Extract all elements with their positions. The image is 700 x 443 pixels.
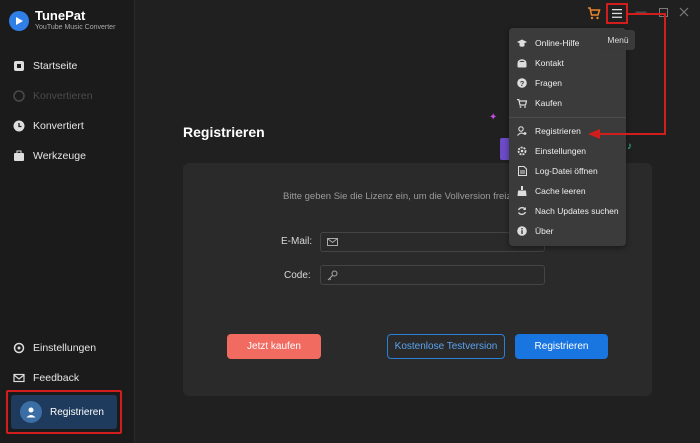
sidebar-item-label: Feedback [33,372,80,384]
menu-item-updates[interactable]: Nach Updates suchen [509,201,626,221]
app-logo: TunePat YouTube Music Converter [9,9,115,32]
maximize-icon[interactable] [656,5,670,19]
menu-item-einstellungen[interactable]: Einstellungen [509,141,626,161]
minimize-icon[interactable]: — [634,5,648,19]
annotation-arrowhead-icon [588,129,600,139]
graduation-cap-icon [517,38,527,48]
cart-icon[interactable] [586,5,602,21]
sidebar-item-feedback[interactable]: Feedback [12,371,79,385]
music-note-icon: ♪ [627,141,632,152]
code-field[interactable] [320,265,545,285]
menu-item-label: Log-Datei öffnen [535,166,598,176]
menu-item-cache-leeren[interactable]: Cache leeren [509,181,626,201]
menu-item-label: Kaufen [535,98,562,108]
menu-separator [509,117,626,118]
sidebar-item-label: Konvertiert [33,120,84,132]
sidebar: TunePat YouTube Music Converter Startsei… [0,0,135,443]
sidebar-item-label: Konvertieren [33,90,93,102]
annotation-line [598,133,666,135]
sidebar-item-einstellungen[interactable]: Einstellungen [12,341,96,355]
free-trial-button[interactable]: Kostenlose Testversion [387,334,505,359]
menu-item-label: Über [535,226,554,236]
buy-now-button[interactable]: Jetzt kaufen [227,334,321,359]
home-icon [12,59,26,73]
cart-icon [517,98,527,108]
sparkle-icon: ✦ [489,112,498,123]
sidebar-register-highlight: Registrieren [6,390,122,434]
app-subtitle: YouTube Music Converter [35,24,116,31]
file-icon [517,166,527,176]
broom-icon [517,186,527,196]
app-name: TunePat [35,8,86,23]
email-label: E-Mail: [281,236,313,247]
menu-item-fragen[interactable]: ? Fragen [509,73,626,93]
sidebar-register-label: Registrieren [50,406,104,418]
sidebar-item-label: Werkzeuge [33,150,86,162]
key-icon [327,270,338,280]
license-hint: Bitte geben Sie die Lizenz ein, um die V… [283,191,512,202]
convert-icon [12,89,26,103]
sidebar-item-konvertieren: Konvertieren [12,89,93,103]
annotation-line [664,13,666,135]
annotation-line [628,13,666,15]
envelope-icon [327,238,338,246]
menu-item-registrieren[interactable]: Registrieren [509,121,626,141]
mail-icon [12,371,26,385]
close-icon[interactable] [677,5,691,19]
svg-text:?: ? [520,79,525,88]
sidebar-item-werkzeuge[interactable]: Werkzeuge [12,149,86,163]
menu-item-label: Fragen [535,78,562,88]
menu-item-label: Registrieren [535,126,581,136]
menu-item-label: Einstellungen [535,146,587,156]
clock-icon [12,119,26,133]
menu-item-kontakt[interactable]: Kontakt [509,53,626,73]
sidebar-item-label: Startseite [33,60,78,72]
gear-icon [12,341,26,355]
page-title: Registrieren [183,124,265,140]
toolbox-icon [12,149,26,163]
code-label: Code: [284,270,311,281]
sidebar-register-button[interactable]: Registrieren [11,395,117,429]
register-button[interactable]: Registrieren [515,334,608,359]
menu-item-label: Kontakt [535,58,564,68]
menu-tooltip: Menü [601,30,635,50]
user-avatar-icon [20,401,42,423]
info-icon [517,226,527,236]
refresh-icon [517,206,527,216]
menu-button[interactable] [606,3,628,24]
question-icon: ? [517,78,527,88]
menu-item-ueber[interactable]: Über [509,221,626,241]
gear-icon [517,146,527,156]
phone-icon [517,58,527,68]
sidebar-item-konvertiert[interactable]: Konvertiert [12,119,84,133]
tunepat-logo-icon [9,10,29,31]
hamburger-icon [612,9,622,18]
user-key-icon [517,126,527,136]
menu-item-label: Online-Hilfe [535,38,580,48]
menu-item-label: Nach Updates suchen [535,206,619,216]
menu-item-kaufen[interactable]: Kaufen [509,93,626,113]
sidebar-item-startseite[interactable]: Startseite [12,59,77,73]
sidebar-item-label: Einstellungen [33,342,97,354]
menu-item-label: Cache leeren [535,186,586,196]
main-menu-dropdown: Online-Hilfe Kontakt ? Fragen Kaufen Reg… [509,28,626,246]
menu-item-log-datei[interactable]: Log-Datei öffnen [509,161,626,181]
